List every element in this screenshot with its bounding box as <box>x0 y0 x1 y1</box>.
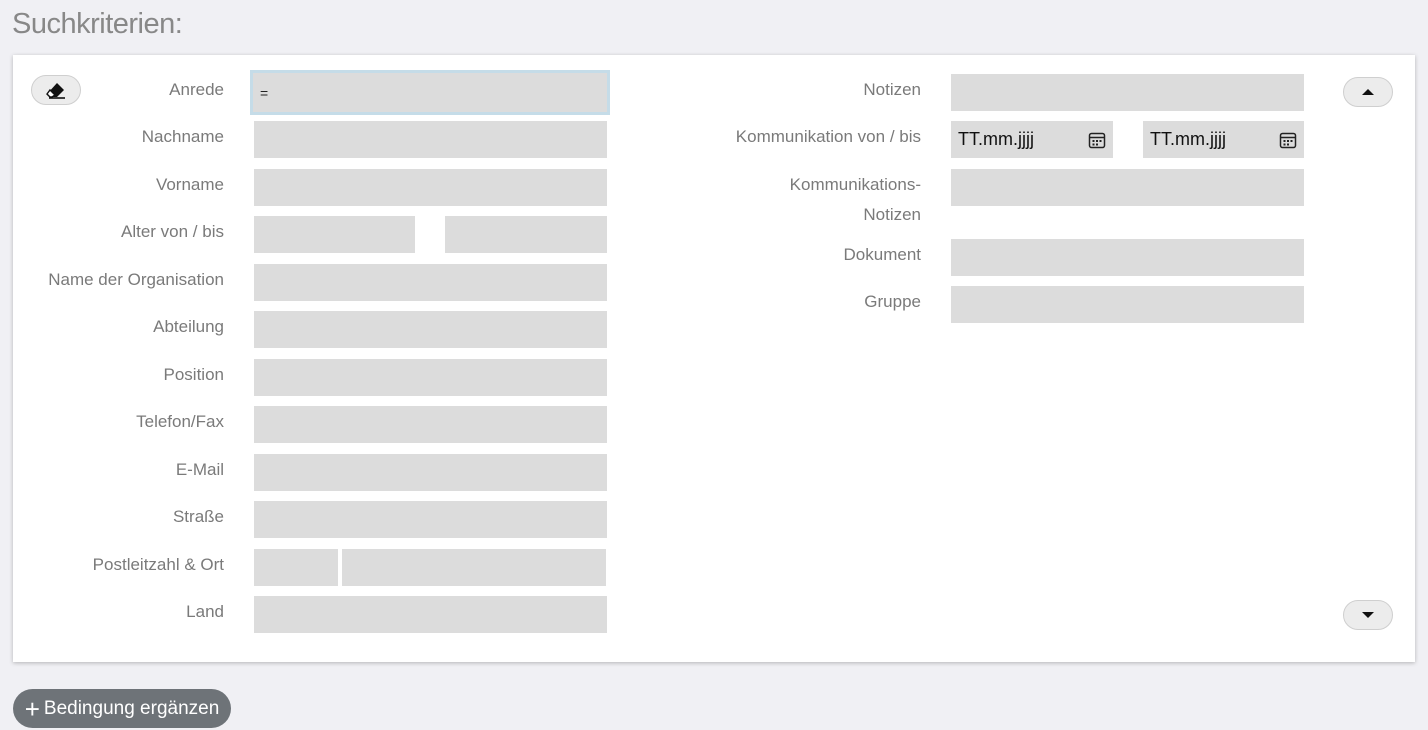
anrede-label: Anrede <box>169 80 224 99</box>
alter-from-input[interactable] <box>254 216 415 253</box>
plz-input[interactable] <box>254 549 338 586</box>
calendar-icon[interactable] <box>1088 131 1106 149</box>
calendar-icon[interactable] <box>1279 131 1297 149</box>
organisation-input[interactable] <box>254 264 607 301</box>
expand-button[interactable] <box>1343 600 1393 630</box>
kommunikation-from-date[interactable]: TT.mm.jjjj <box>951 121 1113 158</box>
caret-down-icon <box>1362 612 1374 618</box>
abteilung-input[interactable] <box>254 311 607 348</box>
gruppe-label: Gruppe <box>864 292 921 311</box>
nachname-label: Nachname <box>141 127 224 146</box>
date-to-placeholder: TT.mm.jjjj <box>1150 129 1226 149</box>
telefon-input[interactable] <box>254 406 607 443</box>
caret-up-icon <box>1362 89 1374 95</box>
email-input[interactable] <box>254 454 607 491</box>
plz-ort-label: Postleitzahl & Ort <box>92 555 224 574</box>
dokument-label: Dokument <box>843 245 921 264</box>
plus-icon: + <box>24 693 40 724</box>
strasse-input[interactable] <box>254 501 607 538</box>
search-criteria-panel: Anrede Nachname Vorname Alter von / bis … <box>13 55 1415 662</box>
anrede-input[interactable] <box>250 70 610 115</box>
alter-to-input[interactable] <box>445 216 607 253</box>
komm-notizen-input[interactable] <box>951 169 1304 206</box>
date-from-placeholder: TT.mm.jjjj <box>958 129 1034 149</box>
notizen-label: Notizen <box>863 80 921 99</box>
collapse-button[interactable] <box>1343 77 1393 107</box>
email-label: E-Mail <box>175 460 224 479</box>
ort-input[interactable] <box>342 549 606 586</box>
vorname-label: Vorname <box>155 175 224 194</box>
alter-label: Alter von / bis <box>121 222 224 241</box>
position-input[interactable] <box>254 359 607 396</box>
position-label: Position <box>163 365 224 384</box>
strasse-label: Straße <box>172 507 224 526</box>
land-label: Land <box>186 602 224 621</box>
kommunikation-label: Kommunikation von / bis <box>735 127 921 146</box>
komm-notizen-label: Kommunikations- Notizen <box>653 170 921 230</box>
add-condition-label: Bedingung ergänzen <box>43 697 220 719</box>
organisation-label: Name der Organisation <box>48 270 224 289</box>
abteilung-label: Abteilung <box>153 317 224 336</box>
dokument-input[interactable] <box>951 239 1304 276</box>
page-title: Suchkriterien: <box>12 8 183 40</box>
nachname-input[interactable] <box>254 121 607 158</box>
komm-notizen-label-line2: Notizen <box>863 205 921 224</box>
land-input[interactable] <box>254 596 607 633</box>
notizen-input[interactable] <box>951 74 1304 111</box>
kommunikation-to-date[interactable]: TT.mm.jjjj <box>1143 121 1304 158</box>
add-condition-button[interactable]: + Bedingung ergänzen <box>13 689 231 728</box>
komm-notizen-label-line1: Kommunikations- <box>789 175 921 194</box>
telefon-label: Telefon/Fax <box>136 412 224 431</box>
gruppe-input[interactable] <box>951 286 1304 323</box>
vorname-input[interactable] <box>254 169 607 206</box>
